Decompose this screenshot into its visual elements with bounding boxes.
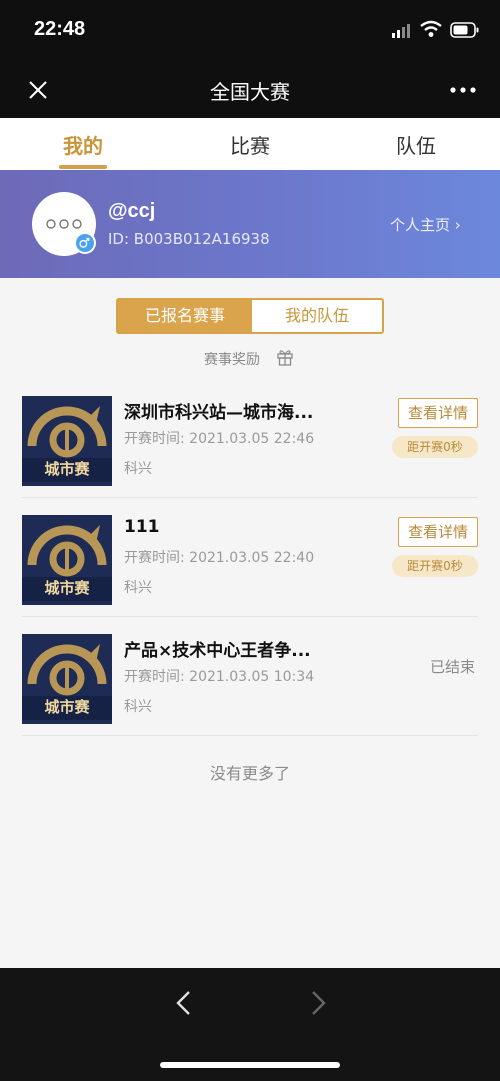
status-time: 22:48 — [34, 18, 86, 40]
match-title: 深圳市科兴站—城市海... — [124, 403, 314, 423]
profile-card: @ccj ID: B003B012A16938 个人主页 › — [0, 170, 500, 278]
match-thumbnail: 城市赛 — [22, 634, 112, 724]
match-badge: 城市赛 — [22, 696, 112, 720]
tab-bar: 我的 比赛 队伍 — [0, 118, 500, 170]
match-status-ended: 已结束 — [430, 658, 476, 676]
view-details-button[interactable]: 查看详情 — [398, 517, 478, 547]
divider — [22, 497, 478, 498]
match-thumbnail: 城市赛 — [22, 396, 112, 486]
battery-icon — [450, 22, 479, 38]
match-title: 产品×技术中心王者争... — [124, 641, 311, 661]
countdown-badge: 距开赛0秒 — [392, 555, 478, 577]
countdown-badge: 距开赛0秒 — [392, 436, 478, 458]
browser-bottom-bar — [0, 968, 500, 1081]
cellular-signal-icon — [392, 24, 410, 38]
segment-registered-events[interactable]: 已报名赛事 — [118, 300, 252, 332]
view-details-button[interactable]: 查看详情 — [398, 398, 478, 428]
forward-arrow-icon[interactable] — [306, 988, 330, 1018]
status-bar: 22:48 — [0, 0, 500, 62]
match-badge: 城市赛 — [22, 577, 112, 601]
match-title: 111 — [124, 517, 160, 537]
match-start-time: 开赛时间: 2021.03.05 22:46 — [124, 431, 315, 447]
segment-my-team[interactable]: 我的队伍 — [252, 300, 382, 332]
match-list-item[interactable]: 城市赛 111 开赛时间: 2021.03.05 22:40 科兴 查看详情 距… — [0, 499, 500, 617]
match-thumbnail: 城市赛 — [22, 515, 112, 605]
tab-mine[interactable]: 我的 — [23, 130, 143, 159]
reward-link[interactable]: 赛事奖励 — [204, 349, 260, 369]
segmented-control: 已报名赛事 我的队伍 — [116, 298, 384, 334]
back-arrow-icon[interactable] — [172, 988, 196, 1018]
navigation-bar: 全国大赛 — [0, 62, 500, 118]
no-more-label: 没有更多了 — [209, 764, 290, 783]
match-badge: 城市赛 — [22, 458, 112, 482]
match-list-item[interactable]: 城市赛 深圳市科兴站—城市海... 开赛时间: 2021.03.05 22:46… — [0, 380, 500, 498]
divider — [22, 616, 478, 617]
user-id: ID: B003B012A16938 — [108, 230, 270, 248]
match-location: 科兴 — [124, 580, 152, 596]
tab-underline — [59, 165, 107, 169]
tab-teams[interactable]: 队伍 — [356, 130, 476, 159]
match-location: 科兴 — [124, 699, 152, 715]
username: @ccj — [108, 200, 156, 222]
gift-icon[interactable] — [276, 348, 294, 366]
male-gender-icon — [74, 232, 96, 254]
home-indicator[interactable] — [160, 1062, 340, 1068]
more-icon[interactable] — [448, 76, 478, 104]
match-start-time: 开赛时间: 2021.03.05 10:34 — [124, 669, 315, 685]
homepage-link[interactable]: 个人主页 › — [390, 214, 461, 235]
page-title: 全国大赛 — [210, 80, 290, 104]
divider — [22, 735, 478, 736]
tab-matches[interactable]: 比赛 — [190, 130, 310, 159]
wifi-icon — [420, 20, 442, 37]
match-location: 科兴 — [124, 461, 152, 477]
avatar-placeholder-icon — [46, 219, 82, 229]
match-start-time: 开赛时间: 2021.03.05 22:40 — [124, 550, 315, 566]
match-list-item[interactable]: 城市赛 产品×技术中心王者争... 开赛时间: 2021.03.05 10:34… — [0, 618, 500, 736]
